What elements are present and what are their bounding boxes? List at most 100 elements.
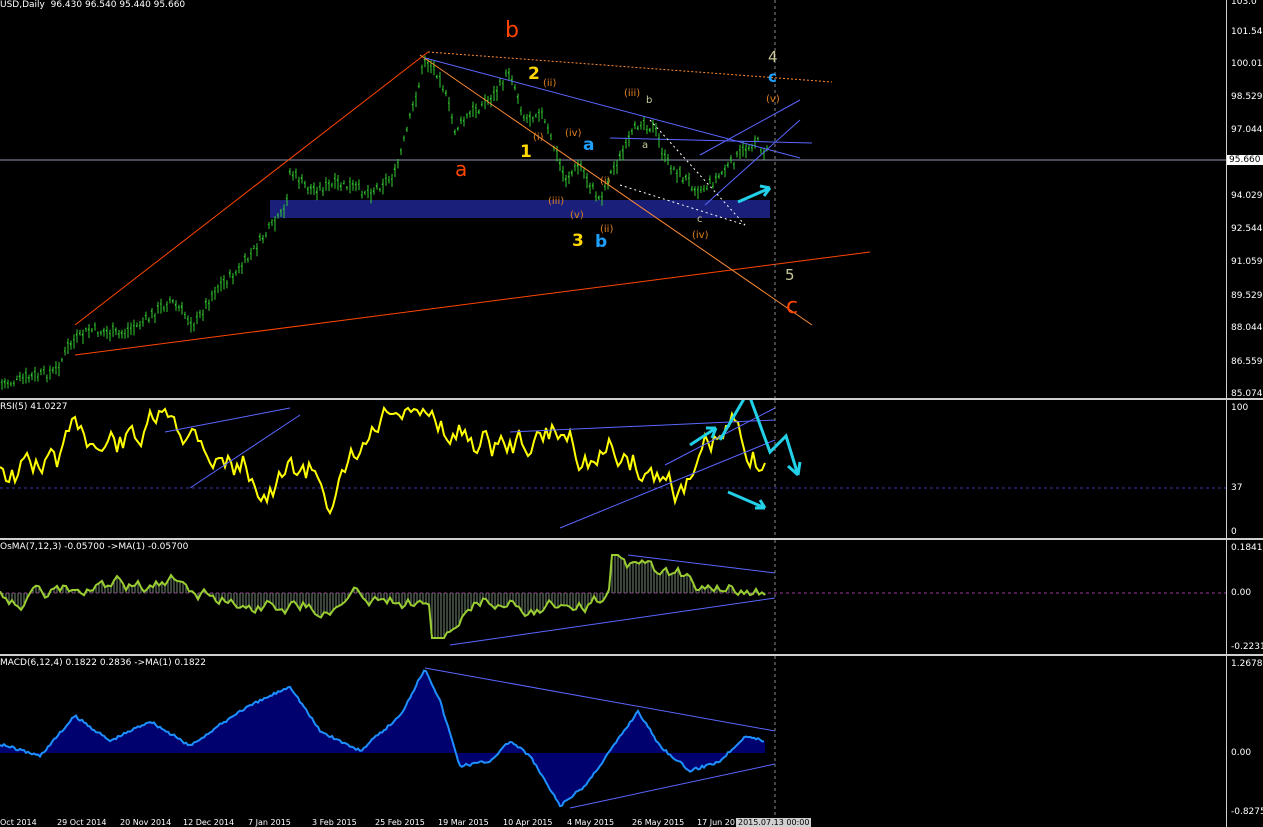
wave-label-5: 5 — [785, 266, 795, 284]
price-bar-tick — [267, 223, 270, 226]
price-bar-tick — [426, 62, 429, 64]
price-bar-tick — [441, 88, 444, 91]
price-bar-tick — [210, 293, 213, 295]
wave-label-iii-top: (iii) — [624, 88, 641, 99]
macd-label: MACD(6,12,4) 0.1822 0.2836 ->MA(1) 0.182… — [0, 658, 207, 668]
scale-tick: 86.559 — [1231, 357, 1263, 367]
scale-tick: 92.544 — [1231, 224, 1263, 234]
price-bar-tick — [672, 168, 675, 171]
channel-line-upper-left — [74, 51, 429, 326]
wave-label-b-small: b — [646, 95, 653, 106]
date-label: 20 Nov 2014 — [120, 818, 172, 827]
price-bar-tick — [522, 116, 525, 118]
scale-tick: 100.014 — [1231, 59, 1263, 69]
scale-tick: 103.0 — [1231, 0, 1257, 7]
price-bar-tick — [492, 91, 495, 93]
date-axis: Oct 2014 29 Oct 2014 20 Nov 2014 12 Dec 201… — [0, 818, 1226, 827]
symbol-name: USD,Daily — [0, 0, 45, 10]
wave-label-b-top: b — [505, 18, 519, 43]
scale-tick: 0 — [1231, 527, 1237, 537]
price-bar-tick — [555, 149, 558, 152]
price-bar-tick — [90, 329, 93, 332]
date-label: 10 Apr 2015 — [503, 818, 553, 827]
price-chart-pane[interactable]: USD,Daily 96.430 96.540 95.440 95.660 b … — [0, 0, 1226, 398]
scale-tick: 85.074 — [1231, 389, 1263, 398]
support-zone — [270, 200, 770, 218]
rsi-trend-line — [559, 439, 776, 529]
wave-label-a-left: a — [455, 157, 468, 181]
price-bar-tick — [99, 331, 102, 334]
price-bar-tick — [438, 75, 441, 78]
price-bar-tick — [537, 111, 540, 114]
macd-scale: 1.2678 0.00 -0.8275 — [1226, 656, 1263, 827]
price-bar-tick — [741, 146, 744, 148]
wave-label-c-small: c — [697, 214, 703, 225]
macd-trend-line — [569, 763, 776, 809]
price-bar-tick — [582, 170, 585, 172]
price-bar-tick — [360, 194, 363, 196]
scale-tick: 37 — [1231, 483, 1243, 493]
scale-tick: 100 — [1231, 403, 1249, 413]
price-bar-tick — [246, 258, 249, 261]
macd-pane[interactable]: MACD(6,12,4) 0.1822 0.2836 ->MA(1) 0.182… — [0, 656, 1226, 818]
osma-pane[interactable]: OsMA(7,12,3) -0.05700 ->MA(1) -0.05700 — [0, 540, 1226, 654]
date-label: 19 Mar 2015 — [438, 818, 489, 827]
price-bar-tick — [384, 177, 387, 180]
rsi-pane[interactable]: RSI(5) 41.0227 — [0, 400, 1226, 538]
scale-tick: -0.8275 — [1231, 807, 1263, 817]
price-bar-tick — [294, 171, 297, 173]
channel-line-lower — [74, 251, 871, 356]
price-bar-tick — [150, 310, 153, 312]
wave-label-c-right: c — [786, 294, 799, 319]
date-label: 29 Oct 2014 — [57, 818, 107, 827]
wave-label-iii-low: (iii) — [548, 196, 565, 207]
price-bar-tick — [711, 185, 714, 188]
rsi-scale: 100 37 0 — [1226, 400, 1263, 538]
price-bar-tick — [24, 371, 27, 374]
scale-tick: 101.544 — [1231, 27, 1263, 37]
date-label: 3 Feb 2015 — [312, 818, 357, 827]
wave-label-iv-low: (iv) — [692, 230, 709, 241]
price-bar-tick — [735, 152, 738, 154]
price-bar-tick — [234, 271, 237, 274]
price-bar-tick — [366, 189, 369, 192]
scale-tick: 94.029 — [1231, 191, 1263, 201]
rsi-chart-svg — [0, 400, 1226, 538]
scale-tick: 0.00 — [1231, 588, 1252, 598]
rsi-trend-line — [509, 419, 776, 433]
scale-tick: 1.2678 — [1231, 659, 1263, 669]
wave-label-v-top: (v) — [766, 94, 780, 105]
price-bar-tick — [363, 191, 366, 194]
price-bar-tick — [498, 80, 501, 83]
osma-scale: 0.18413 0.00 -0.22312 — [1226, 540, 1263, 654]
price-bar-tick — [429, 65, 432, 67]
scale-tick: 97.044 — [1231, 125, 1263, 135]
scale-tick: -0.22312 — [1231, 642, 1263, 652]
price-bar-tick — [273, 219, 276, 222]
trend-line-blue-3 — [699, 99, 801, 156]
rsi-label: RSI(5) 41.0227 — [0, 402, 68, 412]
date-label: 7 Jan 2015 — [248, 818, 291, 827]
date-label: Oct 2014 — [0, 818, 37, 827]
wave-label-i-mid: (i) — [600, 176, 611, 187]
rsi-trend-line — [189, 414, 301, 489]
price-bar-tick — [534, 114, 537, 117]
ohlc-values: 96.430 96.540 95.440 95.660 — [50, 0, 186, 10]
date-label: 2015.07.13 00:00 — [736, 818, 812, 827]
macd-trend-line — [424, 667, 776, 732]
osma-trend-line — [627, 554, 776, 574]
osma-label: OsMA(7,12,3) -0.05700 ->MA(1) -0.05700 — [0, 542, 189, 552]
price-bar-tick — [396, 161, 399, 163]
scale-tick: 89.529 — [1231, 291, 1263, 301]
wave-label-4: 4 — [768, 48, 778, 66]
wave-label-c-blue-top: c — [768, 68, 777, 86]
scale-tick: 95.660 — [1227, 155, 1263, 165]
price-bar-tick — [159, 303, 162, 305]
date-label: 25 Feb 2015 — [375, 818, 425, 827]
date-label: 26 May 2015 — [632, 818, 685, 827]
wave-label-i: (i) — [533, 132, 544, 143]
rsi-trend-line — [164, 407, 291, 433]
date-label: 12 Dec 2014 — [183, 818, 235, 827]
price-bar-tick — [276, 214, 279, 216]
scale-tick: 98.529 — [1231, 92, 1263, 102]
